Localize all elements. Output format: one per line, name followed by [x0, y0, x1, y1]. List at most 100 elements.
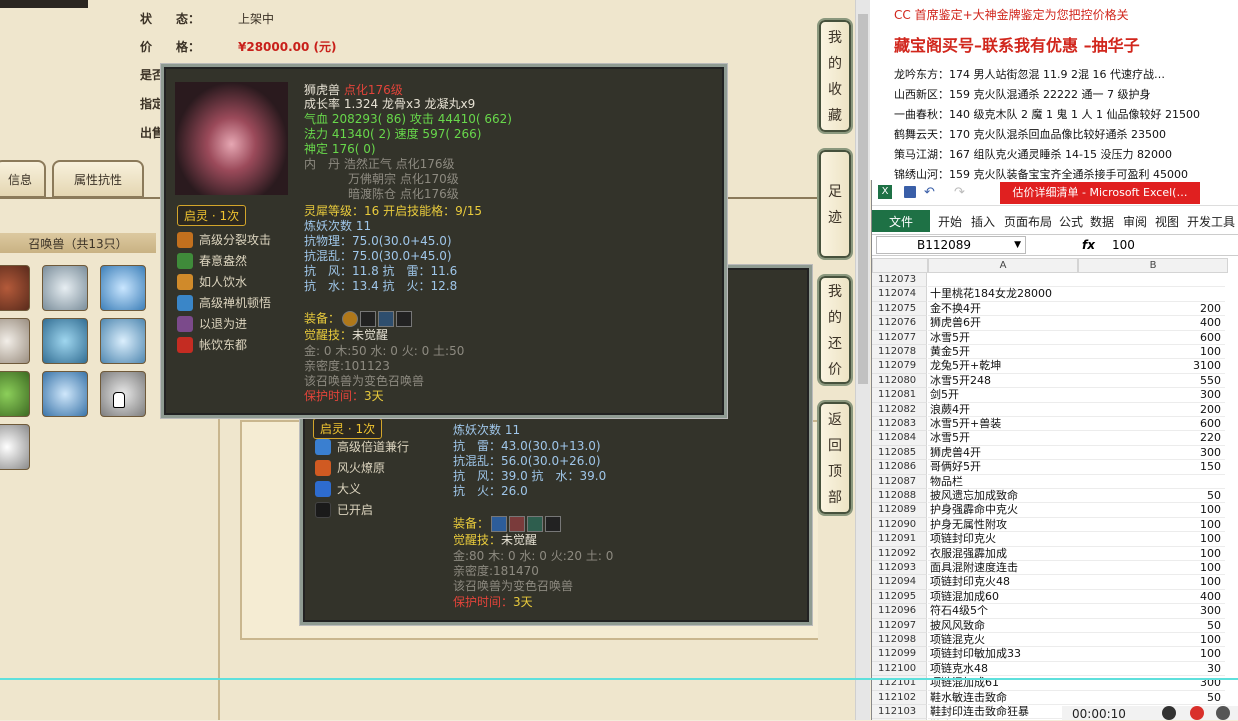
row-number[interactable]: 112085	[872, 445, 927, 461]
row-number[interactable]: 112083	[872, 417, 927, 432]
cell-b[interactable]: 100	[1077, 532, 1225, 547]
equip-slot-icon[interactable]	[378, 311, 395, 327]
row-number[interactable]: 112088	[872, 489, 927, 504]
stop-record-icon[interactable]	[1190, 706, 1204, 720]
summon-thumb[interactable]	[42, 265, 88, 311]
tab-info[interactable]: 信息	[0, 160, 46, 198]
row-number[interactable]: 112102	[872, 690, 927, 705]
cell-b[interactable]: 100	[1077, 575, 1225, 590]
summon-thumb[interactable]	[0, 318, 30, 364]
undo-icon[interactable]: ↶	[924, 185, 935, 200]
cell-b[interactable]: 400	[1077, 590, 1225, 605]
cell-b[interactable]: 600	[1077, 417, 1225, 432]
formula-input[interactable]: 100	[1112, 238, 1135, 252]
cell-b[interactable]: 150	[1077, 460, 1225, 475]
name-box[interactable]: B112089 ▼	[876, 236, 1026, 254]
cell-b[interactable]: 100	[1077, 633, 1225, 648]
cell-b[interactable]: 200	[1077, 403, 1225, 417]
tab-attribute-resist[interactable]: 属性抗性	[52, 160, 144, 198]
row-number[interactable]: 112084	[872, 431, 927, 446]
save-icon[interactable]	[904, 186, 916, 198]
tab-review[interactable]: 审阅	[1123, 210, 1147, 232]
cell-b[interactable]: 400	[1077, 316, 1225, 331]
row-number[interactable]: 112082	[872, 402, 927, 417]
cell-b[interactable]: 100	[1077, 503, 1225, 518]
row-number[interactable]: 112100	[872, 661, 927, 677]
equip-slot-icon[interactable]	[491, 516, 508, 532]
row-number[interactable]: 112095	[872, 589, 927, 605]
row-number[interactable]: 112090	[872, 517, 927, 533]
cell-b[interactable]: 50	[1077, 489, 1225, 504]
equip-slot-icon[interactable]	[396, 311, 413, 327]
tab-data[interactable]: 数据	[1090, 210, 1114, 232]
equip-slot-icon[interactable]	[527, 516, 544, 532]
column-header-a[interactable]: A	[928, 258, 1078, 273]
row-number[interactable]: 112099	[872, 647, 927, 662]
cell-b[interactable]: 600	[1077, 331, 1225, 345]
row-number[interactable]: 112097	[872, 618, 927, 633]
cell-b[interactable]: 30	[1077, 662, 1225, 677]
footprint-button[interactable]: 足迹	[817, 148, 853, 260]
tab-developer[interactable]: 开发工具	[1187, 210, 1235, 232]
summon-thumb[interactable]	[0, 424, 30, 470]
select-all-corner[interactable]	[872, 258, 928, 273]
row-number[interactable]: 112081	[872, 388, 927, 403]
cell-b[interactable]: 300	[1077, 604, 1225, 619]
cell-b[interactable]: 100	[1077, 547, 1225, 561]
cell-b[interactable]: 100	[1077, 518, 1225, 533]
cell-b[interactable]: 200	[1077, 302, 1225, 317]
summon-thumb[interactable]	[0, 371, 30, 417]
cell-b[interactable]: 100	[1077, 561, 1225, 576]
row-number[interactable]: 112077	[872, 330, 927, 345]
row-number[interactable]: 112103	[872, 705, 927, 720]
row-number[interactable]: 112087	[872, 474, 927, 489]
summon-thumb[interactable]	[100, 265, 146, 311]
summon-thumb[interactable]	[100, 318, 146, 364]
cell-b[interactable]: 300	[1077, 446, 1225, 461]
equip-slot-icon[interactable]	[342, 311, 359, 327]
equip-slot-icon[interactable]	[509, 516, 526, 532]
fx-icon[interactable]: fx	[1082, 238, 1095, 252]
my-bargain-button[interactable]: 我的还价	[817, 274, 853, 386]
equip-slot-icon[interactable]	[545, 516, 562, 532]
cell-b[interactable]: 50	[1077, 619, 1225, 633]
summon-thumb[interactable]	[0, 265, 30, 311]
pause-icon[interactable]	[1162, 706, 1176, 720]
column-header-b[interactable]: B	[1078, 258, 1228, 273]
tab-file[interactable]: 文件	[872, 210, 930, 232]
tab-formulas[interactable]: 公式	[1059, 210, 1083, 232]
row-number[interactable]: 112086	[872, 460, 927, 475]
vertical-scrollbar[interactable]	[855, 0, 870, 720]
cell-b[interactable]: 100	[1077, 345, 1225, 360]
row-number[interactable]: 112091	[872, 532, 927, 547]
row-number[interactable]: 112094	[872, 575, 927, 590]
row-number[interactable]: 112073	[872, 273, 927, 288]
my-favorites-button[interactable]: 我的收藏	[817, 18, 853, 134]
row-number[interactable]: 112092	[872, 546, 927, 561]
row-number[interactable]: 112075	[872, 301, 927, 317]
equip-slot-icon[interactable]	[360, 311, 377, 327]
scroll-thumb[interactable]	[858, 14, 868, 384]
tab-view[interactable]: 视图	[1155, 210, 1179, 232]
cell-b[interactable]: 100	[1077, 647, 1225, 662]
row-number[interactable]: 112089	[872, 503, 927, 518]
cell-b[interactable]: 550	[1077, 374, 1225, 389]
cell-b[interactable]: 220	[1077, 431, 1225, 446]
summon-thumb[interactable]	[42, 371, 88, 417]
cell-b[interactable]	[1077, 273, 1225, 288]
tab-home[interactable]: 开始	[938, 210, 962, 232]
row-number[interactable]: 112078	[872, 345, 927, 360]
row-number[interactable]: 112076	[872, 316, 927, 331]
row-number[interactable]: 112080	[872, 373, 927, 389]
redo-icon[interactable]: ↷	[954, 185, 965, 200]
tab-insert[interactable]: 插入	[971, 210, 995, 232]
cell-b[interactable]: 50	[1077, 691, 1225, 705]
row-number[interactable]: 112074	[872, 287, 927, 302]
cell-b[interactable]: 300	[1077, 388, 1225, 403]
row-number[interactable]: 112096	[872, 604, 927, 619]
cell-b[interactable]: 3100	[1077, 359, 1225, 374]
settings-icon[interactable]	[1216, 706, 1230, 720]
cell-b[interactable]	[1077, 475, 1225, 489]
row-number[interactable]: 112093	[872, 561, 927, 576]
tab-page-layout[interactable]: 页面布局	[1004, 210, 1052, 232]
